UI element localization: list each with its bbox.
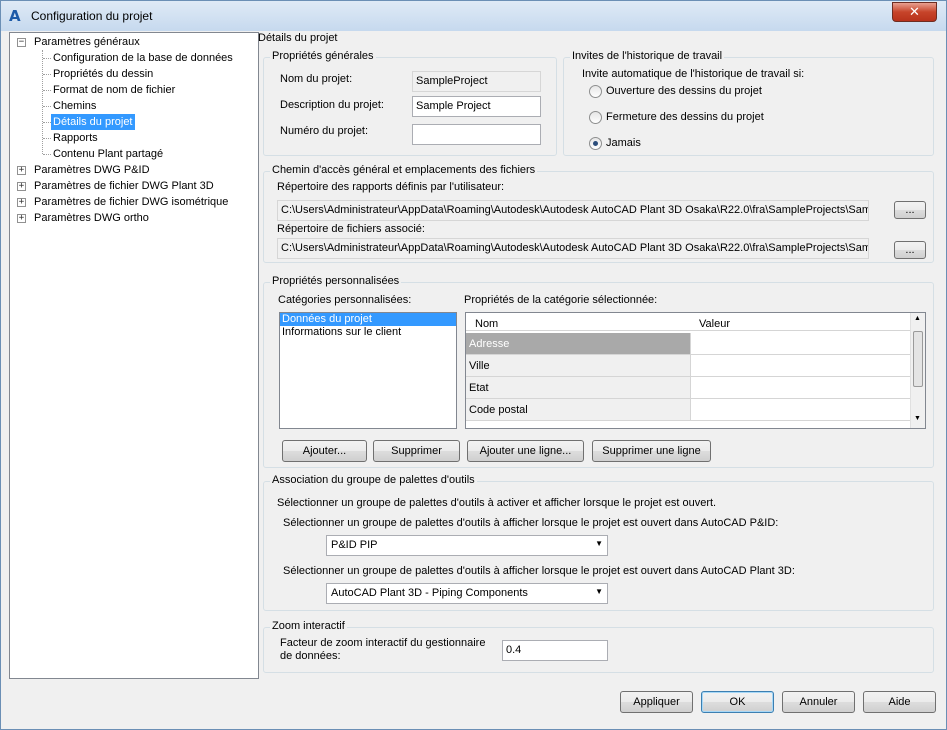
grid-cell-value[interactable]: [691, 399, 911, 421]
general-properties-title: Propriétés générales: [270, 50, 376, 62]
plant3d-palette-value: AutoCAD Plant 3D - Piping Components: [331, 587, 528, 599]
project-name-label: Nom du projet:: [280, 73, 353, 85]
history-prompt-label: Invite automatique de l'historique de tr…: [582, 68, 805, 80]
autocad-logo-icon: A: [9, 7, 21, 25]
grid-cell-name[interactable]: Ville: [466, 355, 691, 377]
radio-close-drawings-label[interactable]: Fermeture des dessins du projet: [606, 111, 764, 123]
ok-button[interactable]: OK: [701, 691, 774, 713]
tree-item-drawing-properties[interactable]: Propriétés du dessin: [53, 66, 153, 82]
expand-icon[interactable]: +: [17, 182, 26, 191]
categories-list[interactable]: Données du projet Informations sur le cl…: [279, 312, 457, 429]
radio-close-drawings[interactable]: [589, 111, 602, 124]
title-bar[interactable]: A Configuration du projet ✕: [1, 1, 946, 31]
plant3d-palette-select[interactable]: AutoCAD Plant 3D - Piping Components ▼: [326, 583, 608, 604]
tree-item-iso-settings[interactable]: Paramètres de fichier DWG isométrique: [34, 194, 228, 210]
expand-icon[interactable]: +: [17, 198, 26, 207]
tree-connector: [43, 154, 51, 155]
grid-cell-name[interactable]: Code postal: [466, 399, 691, 421]
custom-properties-title: Propriétés personnalisées: [270, 275, 402, 287]
pid-palette-select[interactable]: P&ID PIP ▼: [326, 535, 608, 556]
tree-item-project-details[interactable]: Détails du projet: [51, 114, 135, 130]
collapse-icon[interactable]: −: [17, 38, 26, 47]
reports-dir-field: C:\Users\Administrateur\AppData\Roaming\…: [277, 200, 869, 221]
category-item[interactable]: Données du projet: [280, 313, 456, 326]
tree-connector: [43, 90, 51, 91]
help-button[interactable]: Aide: [863, 691, 936, 713]
tree-connector: [43, 106, 51, 107]
chevron-down-icon[interactable]: ▼: [595, 587, 603, 596]
tree-item-ortho-settings[interactable]: Paramètres DWG ortho: [34, 210, 149, 226]
tree-connector: [43, 122, 51, 123]
expand-icon[interactable]: +: [17, 166, 26, 175]
tree-connector: [43, 58, 51, 59]
tree-item-shared-content[interactable]: Contenu Plant partagé: [53, 146, 163, 162]
apply-button[interactable]: Appliquer: [620, 691, 693, 713]
cancel-button[interactable]: Annuler: [782, 691, 855, 713]
tree-item-reports[interactable]: Rapports: [53, 130, 98, 146]
grid-cell-value[interactable]: [691, 333, 911, 355]
radio-never-label[interactable]: Jamais: [606, 137, 641, 149]
pid-palette-label: Sélectionner un groupe de palettes d'out…: [283, 517, 779, 529]
radio-open-drawings[interactable]: [589, 85, 602, 98]
category-item[interactable]: Informations sur le client: [280, 326, 456, 339]
zoom-title: Zoom interactif: [270, 620, 347, 632]
dialog-window: A Configuration du projet ✕ − Paramètres…: [0, 0, 947, 730]
tree-item-plant3d-settings[interactable]: Paramètres de fichier DWG Plant 3D: [34, 178, 214, 194]
history-prompts-title: Invites de l'historique de travail: [570, 50, 725, 62]
tree-item-filename-format[interactable]: Format de nom de fichier: [53, 82, 175, 98]
reports-dir-label: Répertoire des rapports définis par l'ut…: [277, 181, 505, 193]
associated-files-field: C:\Users\Administrateur\AppData\Roaming\…: [277, 238, 869, 259]
grid-column-name[interactable]: Nom: [475, 318, 498, 330]
browse-files-button[interactable]: ...: [894, 241, 926, 259]
radio-never[interactable]: [589, 137, 602, 150]
close-button[interactable]: ✕: [892, 2, 937, 22]
scroll-down-icon[interactable]: ▼: [914, 415, 921, 422]
paths-title: Chemin d'accès général et emplacements d…: [270, 164, 538, 176]
tree-item-pid-settings[interactable]: Paramètres DWG P&ID: [34, 162, 150, 178]
tool-palettes-title: Association du groupe de palettes d'outi…: [270, 474, 477, 486]
delete-line-button[interactable]: Supprimer une ligne: [592, 440, 711, 462]
browse-reports-button[interactable]: ...: [894, 201, 926, 219]
tree-connector: [43, 138, 51, 139]
settings-tree[interactable]: − Paramètres généraux Configuration de l…: [9, 32, 259, 679]
zoom-factor-label: Facteur de zoom interactif du gestionnai…: [280, 637, 486, 649]
zoom-factor-field[interactable]: 0.4: [502, 640, 608, 661]
grid-cell-name[interactable]: Adresse: [466, 333, 691, 355]
tool-palettes-intro: Sélectionner un groupe de palettes d'out…: [277, 497, 717, 509]
grid-cell-value[interactable]: [691, 355, 911, 377]
project-number-field[interactable]: [412, 124, 541, 145]
expand-icon[interactable]: +: [17, 214, 26, 223]
delete-category-button[interactable]: Supprimer: [373, 440, 460, 462]
scroll-up-icon[interactable]: ▲: [914, 315, 921, 322]
zoom-factor-label-cont: de données:: [280, 650, 341, 662]
dialog-client: − Paramètres généraux Configuration de l…: [7, 31, 940, 723]
properties-grid[interactable]: Nom Valeur Adresse Ville Etat Code posta…: [465, 312, 926, 429]
tree-item-database-config[interactable]: Configuration de la base de données: [53, 50, 233, 66]
chevron-down-icon[interactable]: ▼: [595, 539, 603, 548]
window-title: Configuration du projet: [31, 9, 153, 23]
tree-connector: [43, 74, 51, 75]
associated-files-label: Répertoire de fichiers associé:: [277, 223, 425, 235]
grid-scrollbar[interactable]: ▲ ▼: [910, 313, 925, 428]
grid-cell-value[interactable]: [691, 377, 911, 399]
pid-palette-value: P&ID PIP: [331, 539, 378, 551]
selected-category-props-label: Propriétés de la catégorie sélectionnée:: [464, 294, 658, 306]
project-description-label: Description du projet:: [280, 99, 384, 111]
plant3d-palette-label: Sélectionner un groupe de palettes d'out…: [283, 565, 795, 577]
project-name-field: SampleProject: [412, 71, 541, 92]
custom-categories-label: Catégories personnalisées:: [278, 294, 412, 306]
project-number-label: Numéro du projet:: [280, 125, 369, 137]
grid-header: [466, 313, 910, 331]
grid-cell-name[interactable]: Etat: [466, 377, 691, 399]
add-category-button[interactable]: Ajouter...: [282, 440, 367, 462]
panel-title: Détails du projet: [258, 32, 338, 44]
project-description-field[interactable]: Sample Project: [412, 96, 541, 117]
add-line-button[interactable]: Ajouter une ligne...: [467, 440, 584, 462]
tree-item-paths[interactable]: Chemins: [53, 98, 96, 114]
radio-open-drawings-label[interactable]: Ouverture des dessins du projet: [606, 85, 762, 97]
grid-column-value[interactable]: Valeur: [699, 318, 730, 330]
radio-selected-dot: [593, 141, 598, 146]
scroll-thumb[interactable]: [913, 331, 923, 387]
tree-item-general-settings[interactable]: Paramètres généraux: [34, 34, 140, 50]
